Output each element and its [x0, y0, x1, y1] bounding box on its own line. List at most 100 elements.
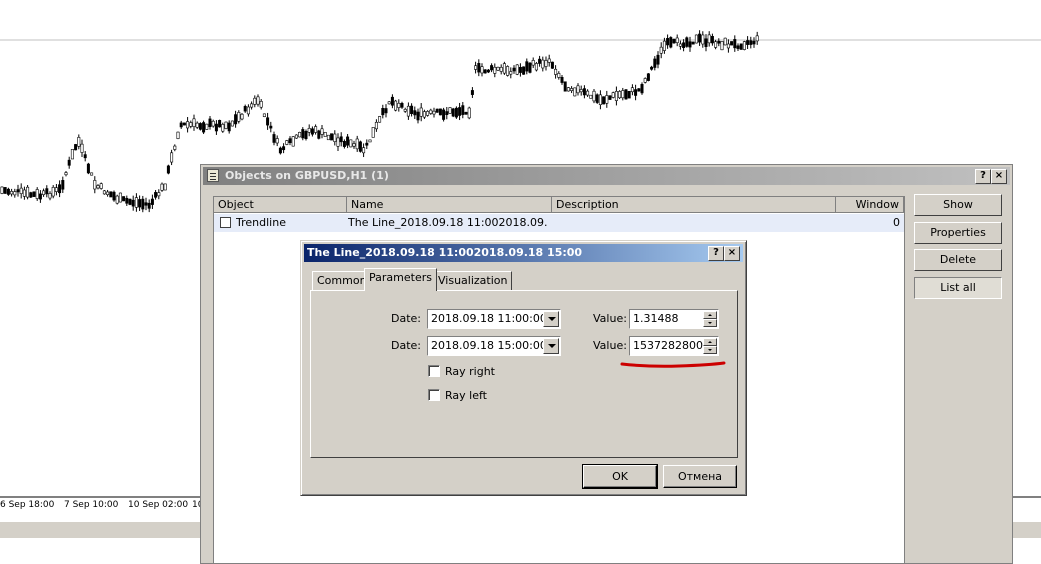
candle-body	[669, 37, 673, 48]
candle-body	[3, 187, 7, 194]
candle-body	[694, 34, 698, 44]
candle-body	[323, 132, 327, 137]
ray-right-label[interactable]: Ray right	[445, 365, 495, 378]
candle-body	[22, 189, 26, 197]
value2-stepper[interactable]: 1537282800.	[629, 336, 719, 356]
properties-button[interactable]: Properties	[914, 222, 1002, 244]
candle-body	[656, 54, 660, 65]
candle-body	[534, 63, 538, 71]
candle-body	[515, 64, 519, 75]
candle-body	[653, 58, 657, 68]
spin-up-icon[interactable]	[703, 338, 717, 346]
candle-body	[506, 66, 510, 76]
candle-body	[291, 136, 295, 147]
show-button[interactable]: Show	[914, 194, 1002, 216]
row-checkbox[interactable]	[220, 217, 231, 228]
column-header-description[interactable]: Description	[552, 197, 836, 213]
dialog-titlebar[interactable]: The Line_2018.09.18 11:002018.09.18 15:0…	[304, 244, 743, 262]
list-all-button[interactable]: List all	[914, 277, 1002, 299]
candle-body	[256, 96, 260, 105]
candle-body	[477, 63, 481, 73]
candle-body	[432, 110, 436, 115]
column-header-object[interactable]: Object	[214, 197, 347, 213]
chevron-down-icon[interactable]	[543, 311, 559, 327]
table-row[interactable]: Trendline The Line_2018.09.18 11:002018.…	[214, 214, 904, 232]
tab-visualization[interactable]: Visualization	[433, 271, 513, 290]
value1-stepper[interactable]: 1.31488	[629, 309, 719, 329]
candle-body	[560, 76, 564, 83]
candle-body	[243, 106, 247, 112]
candle-body	[688, 41, 692, 48]
candle-body	[26, 186, 30, 198]
candle-body	[499, 67, 503, 72]
objects-window-titlebar[interactable]: Objects on GBPUSD,H1 (1) ? ×	[203, 167, 1010, 185]
ray-left-checkbox[interactable]	[428, 389, 440, 401]
close-button[interactable]: ×	[724, 246, 740, 261]
column-header-name[interactable]: Name	[347, 197, 552, 213]
candle-body	[352, 143, 356, 147]
cancel-button[interactable]: Отмена	[663, 465, 737, 488]
candle-body	[570, 88, 574, 91]
candle-body	[589, 94, 593, 99]
candle-body	[598, 94, 602, 105]
candle-body	[710, 36, 714, 44]
date2-select[interactable]: 2018.09.18 15:00:00	[427, 336, 561, 356]
candle-body	[80, 143, 84, 153]
candle-body	[70, 149, 74, 160]
candle-body	[573, 87, 577, 97]
candle-body	[278, 147, 282, 154]
chart-scrollbar-right	[1013, 522, 1041, 538]
candle-body	[365, 142, 369, 146]
spin-down-icon[interactable]	[703, 319, 717, 327]
candle-body	[624, 89, 628, 100]
spin-down-icon[interactable]	[703, 346, 717, 354]
candle-body	[122, 196, 126, 202]
candle-body	[429, 109, 433, 114]
candle-body	[470, 90, 474, 95]
ray-left-label[interactable]: Ray left	[445, 389, 487, 402]
value2-value: 1537282800.	[633, 339, 703, 352]
candle-body	[509, 71, 513, 75]
candle-body	[218, 120, 222, 128]
candle-body	[659, 46, 663, 54]
candle-body	[138, 199, 142, 208]
candle-body	[755, 35, 759, 42]
candle-body	[294, 134, 298, 139]
candle-body	[666, 38, 670, 46]
candle-body	[576, 85, 580, 94]
candle-body	[144, 202, 148, 206]
ok-button[interactable]: OK	[582, 464, 658, 489]
candle-body	[374, 121, 378, 130]
close-button[interactable]: ×	[991, 169, 1007, 184]
candle-body	[112, 191, 116, 201]
tab-parameters[interactable]: Parameters	[364, 268, 437, 291]
candle-body	[518, 66, 522, 73]
candle-body	[240, 113, 244, 120]
candle-body	[403, 108, 407, 112]
candle-body	[298, 131, 302, 138]
ray-right-checkbox[interactable]	[428, 365, 440, 377]
date1-select[interactable]: 2018.09.18 11:00:00	[427, 309, 561, 329]
column-header-window[interactable]: Window	[836, 197, 904, 213]
candle-body	[483, 69, 487, 74]
candle-body	[54, 187, 58, 192]
delete-button[interactable]: Delete	[914, 249, 1002, 271]
candle-body	[90, 172, 94, 176]
chevron-down-icon[interactable]	[543, 338, 559, 354]
candle-body	[406, 105, 410, 117]
candle-body	[496, 66, 500, 71]
help-button[interactable]: ?	[975, 169, 991, 184]
candle-body	[262, 113, 266, 117]
candle-body	[269, 125, 273, 129]
tab-common[interactable]: Common	[312, 271, 372, 290]
candle-body	[749, 40, 753, 45]
spin-up-icon[interactable]	[703, 311, 717, 319]
candle-body	[397, 102, 401, 108]
candle-body	[45, 188, 49, 195]
candle-body	[608, 95, 612, 100]
candle-body	[285, 140, 289, 145]
candle-body	[675, 37, 679, 43]
help-button[interactable]: ?	[708, 246, 724, 261]
candle-body	[579, 89, 583, 93]
candle-body	[451, 108, 455, 117]
